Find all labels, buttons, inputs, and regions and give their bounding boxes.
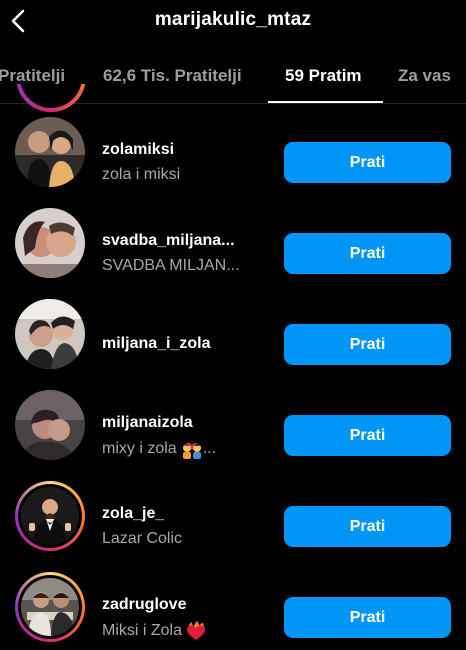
account-full-name: mixy i zola ... xyxy=(102,439,216,459)
tab-followers[interactable]: 62,6 Tis. Pratitelji xyxy=(103,66,242,86)
list-item[interactable]: zolamiksi zola i miksi Prati xyxy=(0,104,466,195)
list-item[interactable]: miljanaizola mixy i zola ... Prati xyxy=(0,377,466,468)
profile-username-title: marijakulic_mtaz xyxy=(154,9,312,30)
avatar-photo xyxy=(15,299,85,369)
avatar[interactable] xyxy=(15,208,85,278)
account-username[interactable]: miljanaizola xyxy=(102,414,193,432)
avatar-photo xyxy=(15,208,85,278)
heart-on-fire-emoji xyxy=(187,621,206,640)
kissing-couple-emoji xyxy=(182,442,201,459)
avatar-with-story-ring[interactable] xyxy=(15,572,85,642)
list-item[interactable]: svadba_miljana... SVADBA MILJAN... Prati xyxy=(0,195,466,286)
avatar-photo xyxy=(21,487,79,545)
follow-button[interactable]: Prati xyxy=(284,233,451,274)
avatar-photo xyxy=(15,390,85,460)
avatar-photo xyxy=(15,117,85,187)
account-username[interactable]: zadruglove xyxy=(102,596,186,614)
follow-button[interactable]: Prati xyxy=(284,597,451,638)
list-item[interactable]: zola_je_ Lazar Colic Prati xyxy=(0,468,466,559)
list-item[interactable]: miljana_i_zola Prati xyxy=(0,286,466,377)
truncation-ellipsis: ... xyxy=(202,440,217,458)
avatar[interactable] xyxy=(15,299,85,369)
avatar-with-story-ring[interactable] xyxy=(15,481,85,551)
account-full-name: zola i miksi xyxy=(102,166,181,183)
follow-button[interactable]: Prati xyxy=(284,324,451,365)
list-item[interactable]: zadruglove Miksi i Zola Prati xyxy=(0,559,466,650)
account-full-name: Miksi i Zola xyxy=(102,621,206,641)
account-username[interactable]: miljana_i_zola xyxy=(102,335,211,353)
avatar[interactable] xyxy=(15,390,85,460)
account-full-name: Lazar Colic xyxy=(102,530,183,547)
avatar-photo xyxy=(21,578,79,636)
account-username[interactable]: zola_je_ xyxy=(102,505,164,523)
tab-for-you[interactable]: Za vas xyxy=(398,66,451,86)
account-full-name-text: Miksi i Zola xyxy=(102,622,183,640)
follow-button[interactable]: Prati xyxy=(284,142,451,183)
tab-following[interactable]: 59 Pratim xyxy=(285,66,362,86)
top-bar: marijakulic_mtaz xyxy=(0,0,466,46)
account-username[interactable]: svadba_miljana... xyxy=(102,232,235,250)
account-full-name: SVADBA MILJAN... xyxy=(102,257,240,274)
avatar[interactable] xyxy=(15,117,85,187)
follow-button[interactable]: Prati xyxy=(284,506,451,547)
account-username[interactable]: zolamiksi xyxy=(102,141,174,159)
account-full-name-text: mixy i zola xyxy=(102,440,177,458)
tab-followers-partial[interactable]: Pratitelji xyxy=(0,66,65,86)
follow-button[interactable]: Prati xyxy=(284,415,451,456)
